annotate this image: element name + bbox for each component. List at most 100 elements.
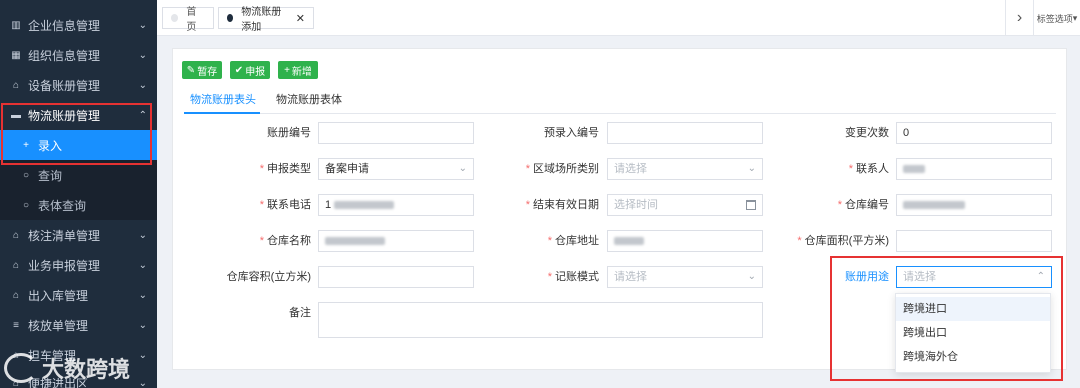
- book-icon: ▬: [11, 109, 21, 121]
- sidebar-item-inout-warehouse[interactable]: ⌂ 出入库管理 ⌄: [0, 280, 157, 310]
- area-type-label: * 区域场所类别: [525, 163, 599, 175]
- declare-button[interactable]: ✔ 申报: [230, 61, 270, 79]
- tab-book-body[interactable]: 物流账册表体: [276, 91, 342, 107]
- sidebar: ▥ 企业信息管理 ⌄ ▦ 组织信息管理 ⌄ ⌂ 设备账册管理 ⌄ ▬ 物流账册管…: [0, 0, 157, 388]
- sidebar-item-vehicle[interactable]: ⌂ 担车管理 ⌄: [0, 340, 157, 370]
- tab-bar: 首页 物流账册添加 ✕ › 标签选项 ▾: [157, 0, 1080, 36]
- pre-entry-no-label: 预录入编号: [544, 127, 599, 139]
- redacted-value: [325, 237, 385, 246]
- tab-logistics-book-add[interactable]: 物流账册添加 ✕: [218, 7, 314, 33]
- book-usage-select[interactable]: 请选择 ⌃: [896, 266, 1052, 288]
- sidebar-item-label: 核注清单管理: [28, 228, 101, 243]
- new-button[interactable]: + 新增: [278, 61, 318, 79]
- tab-label: 物流账册添加: [241, 7, 282, 33]
- dropdown-option-cross-border-import[interactable]: 跨境进口: [896, 297, 1050, 321]
- sidebar-item-label: 设备账册管理: [28, 78, 101, 93]
- tab-dot-icon: [171, 14, 179, 22]
- chevron-down-icon: ⌄: [138, 79, 147, 91]
- warehouse-addr-label: * 仓库地址: [547, 235, 599, 247]
- sidebar-item-enterprise[interactable]: ▥ 企业信息管理 ⌄: [0, 10, 157, 40]
- home-icon: ⌂: [12, 79, 20, 91]
- phone-label: * 联系电话: [259, 199, 311, 211]
- sidebar-item-logistics-book[interactable]: ▬ 物流账册管理 ⌃: [0, 100, 157, 130]
- scroll-right-icon[interactable]: ›: [1005, 0, 1033, 36]
- warehouse-no-input[interactable]: [896, 194, 1052, 216]
- book-usage-dropdown: 跨境进口 跨境出口 跨境海外仓: [895, 293, 1051, 373]
- warehouse-volume-input[interactable]: [318, 266, 474, 288]
- sidebar-item-quick-inout[interactable]: ⌂ 便捷进出区 ⌄: [0, 368, 157, 388]
- redacted-value: [614, 237, 644, 246]
- save-button[interactable]: ✎ 暂存: [182, 61, 222, 79]
- warehouse-no-label: * 仓库编号: [837, 199, 889, 211]
- sidebar-item-label: 便捷进出区: [28, 376, 89, 388]
- sidebar-item-verification-list[interactable]: ⌂ 核注清单管理 ⌄: [0, 220, 157, 250]
- warehouse-area-input[interactable]: [896, 230, 1052, 252]
- change-count-input[interactable]: 0: [896, 122, 1052, 144]
- sidebar-item-body-query[interactable]: ○ 表体查询: [0, 190, 157, 220]
- remark-label: 备注: [289, 307, 311, 319]
- sidebar-item-label: 组织信息管理: [28, 48, 101, 63]
- sidebar-item-label: 担车管理: [28, 348, 77, 363]
- sidebar-item-query[interactable]: ○ 查询: [0, 160, 157, 190]
- warehouse-name-input[interactable]: [318, 230, 474, 252]
- sidebar-item-business-declare[interactable]: ⌂ 业务申报管理 ⌄: [0, 250, 157, 280]
- contact-label: * 联系人: [848, 163, 889, 175]
- declare-type-value: 备案申请: [325, 163, 369, 175]
- pre-entry-no-input[interactable]: [607, 122, 763, 144]
- plus-icon: +: [284, 64, 290, 76]
- phone-prefix: 1: [325, 199, 332, 211]
- sidebar-item-label: 表体查询: [38, 198, 87, 213]
- home-icon: ⌂: [12, 259, 20, 271]
- close-icon[interactable]: ✕: [296, 12, 305, 25]
- sidebar-item-label: 企业信息管理: [28, 18, 101, 33]
- redacted-value: [903, 165, 925, 174]
- chevron-down-icon: ⌄: [458, 163, 467, 174]
- end-date-label: * 结束有效日期: [525, 199, 599, 211]
- tab-options-button[interactable]: 标签选项 ▾: [1033, 0, 1080, 36]
- calendar-icon: [746, 200, 756, 210]
- chevron-down-icon: ⌄: [138, 49, 147, 61]
- warehouse-addr-input[interactable]: [607, 230, 763, 252]
- tab-home[interactable]: 首页: [162, 7, 214, 33]
- chevron-down-icon: ⌄: [138, 319, 147, 331]
- redacted-value: [903, 201, 965, 210]
- sidebar-item-equipment-book[interactable]: ⌂ 设备账册管理 ⌄: [0, 70, 157, 100]
- home-icon: ⌂: [12, 229, 20, 241]
- search-icon: ○: [22, 199, 30, 211]
- search-icon: ○: [22, 169, 30, 181]
- dropdown-option-overseas-warehouse[interactable]: 跨境海外仓: [896, 345, 1050, 369]
- phone-input[interactable]: 1: [318, 194, 474, 216]
- chevron-down-icon: ⌄: [138, 259, 147, 271]
- declare-button-label: 申报: [245, 66, 266, 78]
- chevron-down-icon: ⌄: [138, 289, 147, 301]
- remark-textarea[interactable]: [318, 302, 763, 338]
- sidebar-item-entry[interactable]: + 录入: [0, 130, 157, 160]
- chevron-down-icon: ⌄: [747, 163, 756, 174]
- sidebar-item-release-form[interactable]: ≡ 核放单管理 ⌄: [0, 310, 157, 340]
- dropdown-option-cross-border-export[interactable]: 跨境出口: [896, 321, 1050, 345]
- chevron-down-icon: ⌄: [138, 19, 147, 31]
- caret-down-icon: ▾: [1072, 12, 1078, 23]
- chevron-up-icon: ⌃: [1036, 271, 1045, 282]
- end-date-picker[interactable]: 选择时间: [607, 194, 763, 216]
- book-no-input[interactable]: [318, 122, 474, 144]
- declare-type-select[interactable]: 备案申请 ⌄: [318, 158, 474, 180]
- account-mode-select[interactable]: 请选择 ⌄: [607, 266, 763, 288]
- tab-dot-icon: [227, 14, 234, 22]
- home-icon: ⌂: [12, 349, 20, 361]
- warehouse-volume-label: 仓库容积(立方米): [226, 271, 311, 283]
- sidebar-item-organization[interactable]: ▦ 组织信息管理 ⌄: [0, 40, 157, 70]
- sidebar-item-label: 录入: [38, 138, 63, 153]
- change-count-label: 变更次数: [845, 127, 889, 139]
- tab-book-header[interactable]: 物流账册表头: [190, 91, 256, 107]
- building-icon: ▥: [11, 19, 21, 31]
- sidebar-item-label: 查询: [38, 168, 63, 183]
- account-mode-placeholder: 请选择: [614, 271, 647, 283]
- book-usage-label: 账册用途: [845, 271, 889, 283]
- contact-input[interactable]: [896, 158, 1052, 180]
- area-type-select[interactable]: 请选择 ⌄: [607, 158, 763, 180]
- pencil-icon: ✎: [186, 64, 196, 76]
- org-icon: ▦: [11, 49, 21, 61]
- tab-label: 首页: [186, 7, 197, 33]
- tab-options-label: 标签选项: [1036, 13, 1073, 24]
